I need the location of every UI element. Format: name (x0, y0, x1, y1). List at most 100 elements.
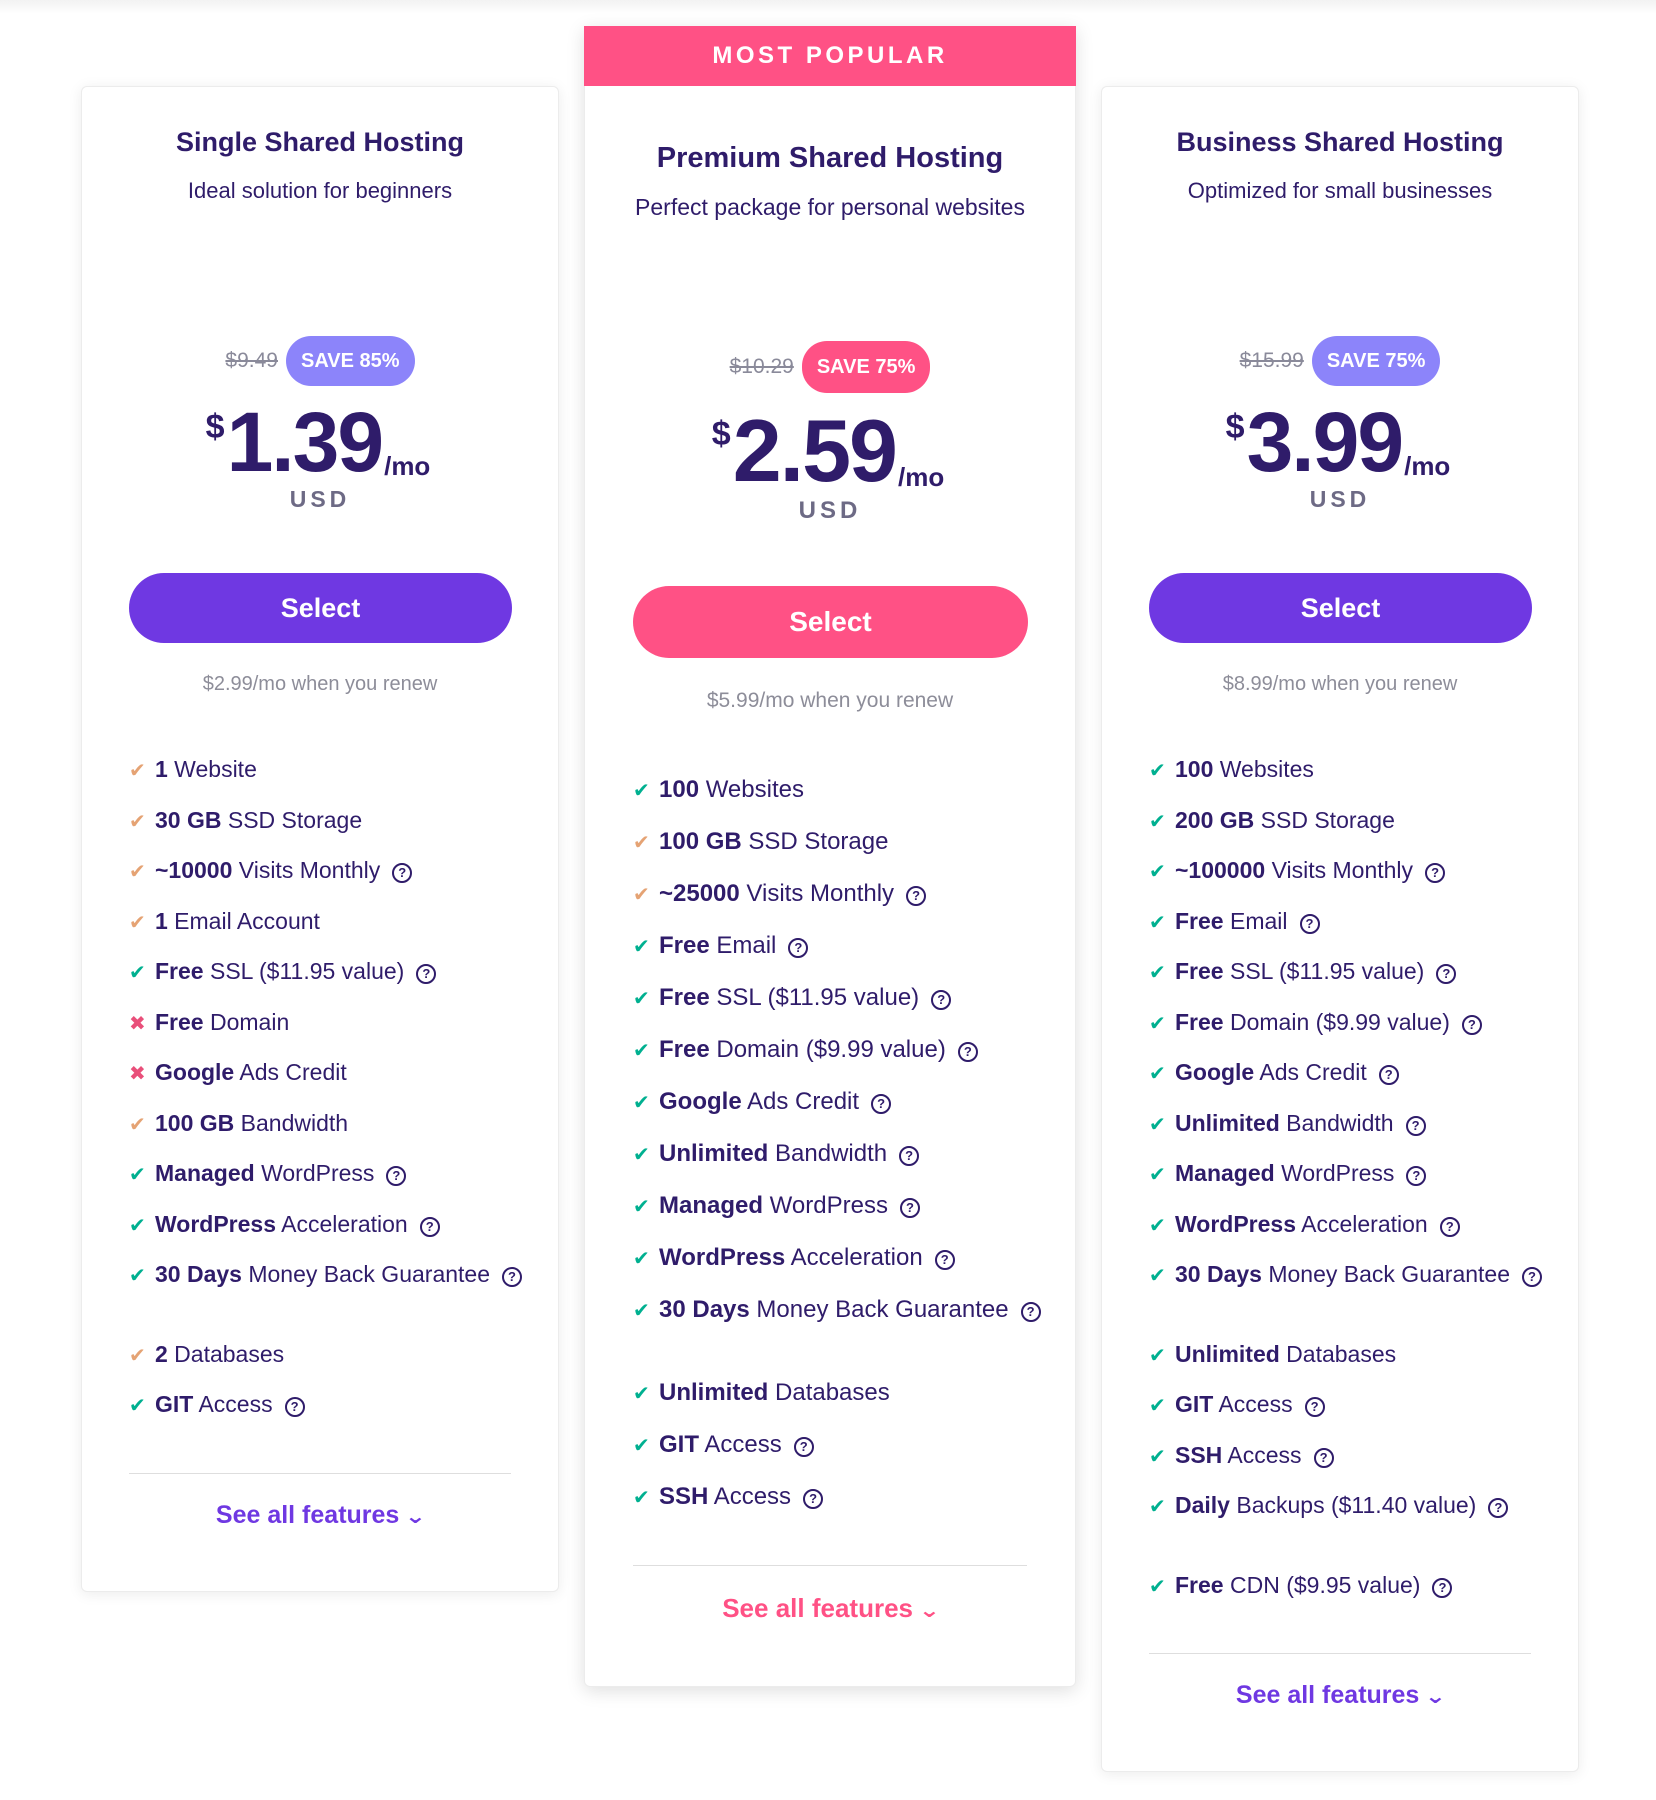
price-period: /mo (897, 462, 945, 492)
help-circle-icon[interactable]: ? (1522, 1267, 1542, 1287)
feature-text: WordPress (763, 1192, 888, 1219)
feature-item: ✔ GIT Access? (633, 1430, 1053, 1461)
help-circle-icon[interactable]: ? (1020, 1302, 1041, 1322)
feature-text: Access (193, 1391, 273, 1417)
feature-text: Ads Credit (234, 1059, 347, 1085)
help-circle-icon[interactable]: ? (1439, 1216, 1460, 1237)
help-circle-icon[interactable]: ? (386, 1166, 407, 1186)
select-button[interactable]: Select (129, 573, 512, 643)
help-circle-icon[interactable]: ? (899, 1146, 920, 1166)
help-circle-icon[interactable]: ? (1461, 1014, 1482, 1035)
help-circle-icon[interactable]: ? (788, 938, 809, 958)
feature-item: ✔ SSH Access? (633, 1482, 1053, 1513)
check-icon: ✔ (633, 1248, 650, 1270)
check-icon: ✔ (1149, 1214, 1166, 1237)
feature-text: Access (708, 1483, 792, 1510)
feature-item: ✔ Free Email? (1149, 907, 1549, 938)
plan-card-business: Business Shared Hosting Optimized for sm… (1101, 86, 1579, 1772)
help-circle-icon[interactable]: ? (1405, 1115, 1426, 1136)
feature-item: ✔ 100 Websites (1149, 755, 1549, 786)
feature-item: ✔ WordPress Acceleration? (1149, 1210, 1549, 1241)
see-all-features-link[interactable]: See all features ⌄ (82, 1501, 558, 1530)
cross-icon: ✖ (129, 1063, 146, 1085)
feature-highlight: SSH (1175, 1441, 1223, 1468)
help-circle-icon[interactable]: ? (1425, 863, 1446, 883)
feature-item: ✔ ~10000 Visits Monthly? (129, 856, 529, 887)
check-icon: ✔ (633, 780, 650, 802)
feature-text: WordPress (254, 1160, 375, 1186)
currency-code: USD (798, 497, 862, 524)
feature-item: ✔ Free Email? (633, 931, 1053, 962)
help-circle-icon[interactable]: ? (793, 1437, 814, 1457)
help-circle-icon[interactable]: ? (899, 1198, 920, 1218)
most-popular-banner: MOST POPULAR (584, 26, 1076, 86)
help-circle-icon[interactable]: ? (502, 1267, 522, 1287)
help-circle-icon[interactable]: ? (1299, 913, 1320, 934)
check-icon: ✔ (129, 760, 146, 782)
see-all-features-link[interactable]: See all features ⌄ (1102, 1681, 1578, 1710)
price-amount: 3.99 (1246, 395, 1404, 489)
select-button[interactable]: Select (633, 586, 1028, 658)
help-circle-icon[interactable]: ? (1406, 1166, 1427, 1186)
feature-item: ✔ Unlimited Bandwidth? (1149, 1109, 1549, 1140)
help-circle-icon[interactable]: ? (392, 863, 413, 883)
divider (129, 1473, 511, 1474)
feature-text: Money Back Guarantee (1261, 1261, 1510, 1287)
feature-highlight: GIT (155, 1391, 194, 1417)
help-circle-icon[interactable]: ? (1436, 964, 1457, 984)
feature-text: SSL ($11.95 value) (709, 984, 920, 1011)
feature-item: ✖ Free Domain (129, 1008, 529, 1039)
help-circle-icon[interactable]: ? (1313, 1447, 1334, 1468)
feature-text: WordPress (1274, 1160, 1395, 1186)
help-circle-icon[interactable]: ? (1432, 1577, 1453, 1598)
select-button[interactable]: Select (1149, 573, 1532, 643)
original-price: $10.29 (729, 355, 794, 378)
see-all-features-link[interactable]: See all features ⌄ (585, 1593, 1075, 1624)
feature-text: Access (699, 1431, 782, 1458)
feature-highlight: 30 Days (659, 1296, 750, 1323)
check-icon: ✔ (129, 911, 146, 934)
save-badge: SAVE 85% (285, 336, 415, 386)
check-icon: ✔ (1149, 861, 1166, 883)
help-circle-icon[interactable]: ? (934, 1250, 955, 1270)
feature-highlight: Managed (659, 1192, 764, 1219)
feature-text: Websites (699, 776, 804, 803)
help-circle-icon[interactable]: ? (871, 1094, 892, 1114)
help-circle-icon[interactable]: ? (957, 1042, 978, 1062)
feature-item: ✔ 100 GB SSD Storage (633, 827, 1053, 858)
feature-highlight: Free (155, 958, 204, 984)
page-top-shadow (0, 0, 1656, 14)
feature-item: ✔ 100 Websites (633, 775, 1053, 806)
feature-text: Visits Monthly (739, 880, 895, 907)
save-badge: SAVE 75% (1311, 336, 1441, 386)
feature-item: ✔ Unlimited Databases (633, 1378, 1053, 1409)
check-icon: ✔ (1149, 1063, 1166, 1085)
check-icon: ✔ (633, 988, 650, 1010)
help-circle-icon[interactable]: ? (1488, 1498, 1509, 1518)
feature-highlight: Unlimited (659, 1379, 769, 1406)
feature-text: Email (1223, 907, 1288, 934)
help-circle-icon[interactable]: ? (419, 1216, 440, 1237)
help-circle-icon[interactable]: ? (1304, 1397, 1325, 1417)
help-circle-icon[interactable]: ? (284, 1397, 305, 1417)
help-circle-icon[interactable]: ? (931, 990, 952, 1010)
feature-text: Bandwidth (1279, 1109, 1394, 1136)
feature-item: ✔ ~100000 Visits Monthly? (1149, 856, 1549, 887)
check-icon: ✔ (1149, 1344, 1166, 1367)
feature-highlight: 1 (155, 756, 168, 782)
feature-item: ✔ 30 Days Money Back Guarantee? (1149, 1260, 1549, 1291)
help-circle-icon[interactable]: ? (1378, 1065, 1399, 1085)
help-circle-icon[interactable]: ? (803, 1489, 824, 1509)
check-icon: ✔ (1149, 1496, 1166, 1518)
help-circle-icon[interactable]: ? (416, 964, 437, 984)
plan-title: Business Shared Hosting (1176, 127, 1504, 157)
check-icon: ✔ (1149, 911, 1166, 934)
check-icon: ✔ (633, 1300, 650, 1322)
check-icon: ✔ (1149, 810, 1166, 833)
feature-item: ✔ 30 Days Money Back Guarantee? (129, 1260, 529, 1291)
plan-subtitle: Ideal solution for beginners (187, 178, 453, 203)
feature-text: SSD Storage (741, 828, 889, 855)
check-icon: ✔ (1149, 1113, 1166, 1136)
feature-text: Ads Credit (1254, 1059, 1367, 1085)
help-circle-icon[interactable]: ? (906, 886, 927, 906)
